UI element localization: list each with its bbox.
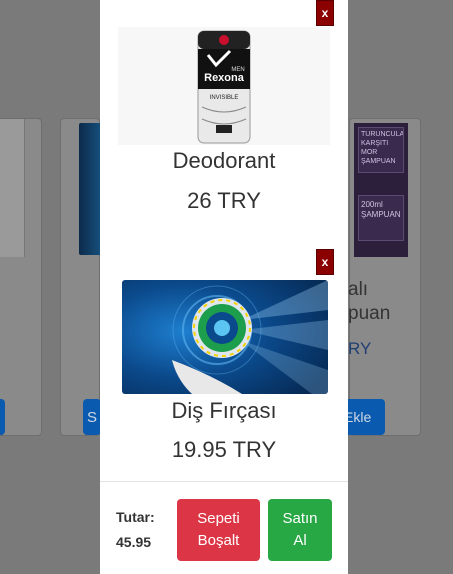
cart-item-name: Deodorant: [172, 148, 276, 173]
product-price-fragment: RY: [348, 339, 372, 358]
background-product-card: TURUNCULAŞMA KARŞITI MOR ŞAMPUAN 200ml Ş…: [340, 118, 421, 436]
cart-footer: Tutar: 45.95 Sepeti Boşalt Satın Al: [100, 481, 348, 574]
total-value: 45.95: [116, 534, 152, 550]
svg-text:MEN: MEN: [231, 67, 244, 73]
total-label: Tutar:: [116, 509, 155, 525]
shampoo-product-image: TURUNCULAŞMA KARŞITI MOR ŞAMPUAN 200ml Ş…: [354, 123, 408, 257]
background-product-card: S: [60, 118, 101, 436]
close-icon: x: [321, 6, 329, 20]
svg-text:Rexona: Rexona: [204, 72, 245, 84]
cart-item-price: 19.95 TRY: [171, 437, 277, 462]
checkout-button[interactable]: Satın Al: [268, 499, 332, 561]
empty-cart-label: Sepeti Boşalt: [197, 510, 240, 549]
checkout-label: Satın Al: [282, 510, 318, 549]
cart-item-price: 26 TRY: [187, 188, 261, 213]
empty-cart-button[interactable]: Sepeti Boşalt: [177, 499, 260, 561]
toothbrush-image: [122, 280, 328, 394]
product-image: [79, 123, 101, 255]
close-icon: x: [321, 255, 329, 269]
remove-item-button[interactable]: x: [316, 249, 334, 275]
product-name-fragment: alı: [348, 279, 369, 300]
product-image: [0, 119, 25, 257]
remove-item-button[interactable]: x: [316, 0, 334, 26]
product-name-fragment: puan: [348, 303, 391, 324]
add-to-cart-button[interactable]: [0, 399, 5, 435]
svg-text:INVISIBLE: INVISIBLE: [210, 95, 239, 101]
cart-item-name: Diş Fırçası: [171, 398, 277, 423]
add-to-cart-button[interactable]: S: [83, 399, 101, 435]
cart-modal: x Rexona MEN INVISIBLE Deodorant 26 TRY …: [100, 0, 348, 574]
background-product-card: t: [0, 118, 42, 436]
deodorant-image: Rexona MEN INVISIBLE: [118, 27, 330, 145]
